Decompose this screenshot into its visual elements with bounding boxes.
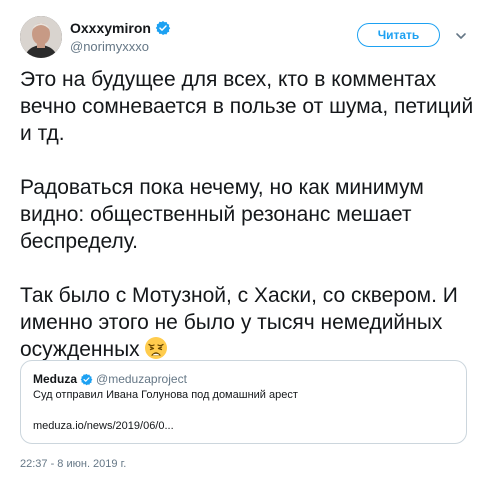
follow-button[interactable]: Читать bbox=[357, 23, 440, 47]
verified-badge-icon bbox=[155, 20, 171, 36]
tweet-text: Это на будущее для всех, кто в комментах… bbox=[20, 66, 480, 363]
tweet-paragraph-last: Так было с Мотузной, с Хаски, со сквером… bbox=[20, 282, 480, 363]
tweet-paragraph-text: Так было с Мотузной, с Хаски, со сквером… bbox=[20, 284, 458, 361]
chevron-down-icon[interactable] bbox=[455, 29, 467, 41]
quoted-author-handle: @meduzaproject bbox=[96, 372, 187, 386]
verified-badge-icon bbox=[80, 373, 93, 386]
tweet-card: Oxxxymiron @norimyxxxo Читать Это на буд… bbox=[0, 0, 493, 481]
author-info: Oxxxymiron @norimyxxxo bbox=[70, 19, 171, 56]
weary-face-emoji-icon bbox=[144, 336, 168, 360]
quoted-tweet-text: Суд отправил Ивана Голунова под домашний… bbox=[33, 389, 298, 401]
tweet-paragraph: Радоваться пока нечему, но как минимум в… bbox=[20, 176, 424, 253]
tweet-paragraph: Это на будущее для всех, кто в комментах… bbox=[20, 68, 474, 145]
quoted-tweet-link[interactable]: meduza.io/news/2019/06/0... bbox=[33, 419, 174, 434]
quoted-tweet-header: Meduza @meduzaproject bbox=[33, 371, 187, 387]
tweet-timestamp[interactable]: 22:37 - 8 июн. 2019 г. bbox=[20, 457, 126, 471]
avatar[interactable] bbox=[20, 16, 62, 58]
author-handle[interactable]: @norimyxxxo bbox=[70, 38, 171, 56]
author-display-name[interactable]: Oxxxymiron bbox=[70, 19, 151, 37]
quoted-author-name: Meduza bbox=[33, 372, 78, 386]
quoted-tweet-card[interactable]: Meduza @meduzaproject Суд отправил Ивана… bbox=[20, 360, 467, 444]
display-name-row: Oxxxymiron bbox=[70, 19, 171, 37]
